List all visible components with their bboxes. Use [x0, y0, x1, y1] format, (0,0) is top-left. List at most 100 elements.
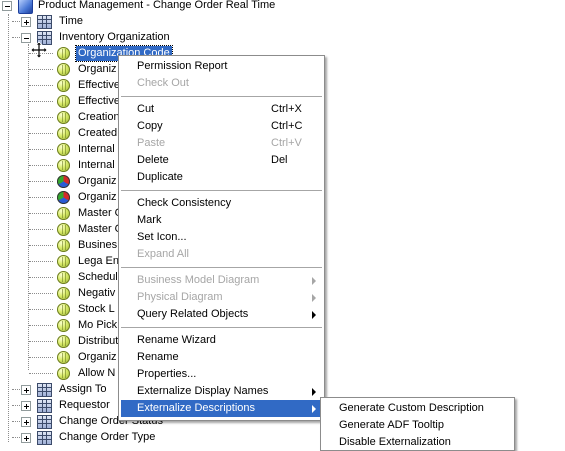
tree-root[interactable]: Product Management - Change Order Real T… [0, 0, 565, 14]
tree-node-label[interactable]: Time [57, 14, 85, 29]
column-label[interactable]: Organiz [76, 174, 119, 189]
expand-node-icon[interactable] [21, 433, 31, 443]
menu-item-duplicate[interactable]: Duplicate [121, 169, 322, 186]
tree-branch-line [29, 309, 53, 310]
tree-branch-line [29, 85, 53, 86]
menu-item-rename[interactable]: Rename [121, 349, 322, 366]
column-icon [57, 47, 70, 60]
tree-node-time[interactable]: Time [0, 14, 565, 30]
column-label[interactable]: Created [76, 126, 119, 141]
table-icon [37, 383, 52, 397]
column-label[interactable]: Creation [76, 110, 122, 125]
column-label[interactable]: Mo Pick [76, 318, 119, 333]
menu-item-expand-all[interactable]: Expand All [121, 246, 322, 263]
menu-separator [121, 190, 322, 191]
column-label[interactable]: Organiz [76, 350, 119, 365]
tree-branch-line [29, 293, 53, 294]
menu-item-label: Query Related Objects [137, 308, 249, 320]
menu-item-label: Duplicate [137, 171, 183, 183]
column-label[interactable]: Internal [76, 142, 117, 157]
menu-item-physical-diagram[interactable]: Physical Diagram [121, 289, 322, 306]
menu-item-label: Properties... [137, 368, 197, 380]
expand-node-icon[interactable] [21, 401, 31, 411]
submenu-arrow-icon [312, 277, 316, 285]
subject-area-icon [18, 0, 33, 14]
column-label[interactable]: Busines [76, 238, 119, 253]
column-label[interactable]: Organiz [76, 62, 119, 77]
tree-branch-line [29, 69, 53, 70]
table-icon [37, 415, 52, 429]
tree-branch-line [29, 261, 53, 262]
submenu-item-disable-externalization[interactable]: Disable Externalization [323, 434, 512, 451]
column-label[interactable]: Organiz [76, 190, 119, 205]
menu-item-paste[interactable]: Paste Ctrl+V [121, 135, 322, 152]
menu-separator [121, 327, 322, 328]
submenu-item-generate-custom-description[interactable]: Generate Custom Description [323, 400, 512, 417]
tree-node-label[interactable]: Assign To [57, 382, 109, 397]
column-label[interactable]: Effective [76, 94, 122, 109]
expand-time-icon[interactable] [21, 17, 31, 27]
menu-item-label: Permission Report [137, 60, 228, 72]
tree-branch-line [12, 405, 20, 406]
submenu-item-generate-adf-tooltip[interactable]: Generate ADF Tooltip [323, 417, 512, 434]
expand-node-icon[interactable] [21, 417, 31, 427]
tree-branch-line [29, 149, 53, 150]
menu-item-rename-wizard[interactable]: Rename Wizard [121, 332, 322, 349]
menu-item-label: Rename [137, 351, 179, 363]
column-label[interactable]: Internal [76, 158, 117, 173]
tree-root-label[interactable]: Product Management - Change Order Real T… [36, 0, 277, 13]
tree-node-inventory-organization[interactable]: Inventory Organization [0, 30, 565, 46]
menu-item-check-out[interactable]: Check Out [121, 75, 322, 92]
submenu-arrow-icon [312, 388, 316, 396]
context-menu: Permission Report Check Out Cut Ctrl+X Copy C… [118, 55, 325, 421]
table-icon [37, 399, 52, 413]
menu-item-query-related-objects[interactable]: Query Related Objects [121, 306, 322, 323]
column-icon [57, 271, 70, 284]
table-icon [37, 15, 52, 29]
menu-item-shortcut: Ctrl+C [271, 120, 303, 132]
tree-node-label[interactable]: Requestor [57, 398, 112, 413]
column-icon [57, 367, 70, 380]
tree-branch-line [12, 21, 20, 22]
multi-color-column-icon [57, 191, 70, 204]
menu-item-cut[interactable]: Cut Ctrl+X [121, 101, 322, 118]
tree-branch-line [29, 277, 53, 278]
tree-node-label[interactable]: Inventory Organization [57, 30, 172, 45]
menu-item-properties[interactable]: Properties... [121, 366, 322, 383]
menu-item-mark[interactable]: Mark [121, 212, 322, 229]
column-label[interactable]: Negativ [76, 286, 117, 301]
column-icon [57, 335, 70, 348]
collapse-root-icon[interactable] [2, 1, 12, 11]
externalize-descriptions-submenu: Generate Custom Description Generate ADF … [320, 397, 515, 451]
multi-color-column-icon [57, 175, 70, 188]
menu-item-label: Disable Externalization [339, 436, 451, 448]
column-label[interactable]: Distribut [76, 334, 120, 349]
menu-item-permission-report[interactable]: Permission Report [121, 58, 322, 75]
column-label[interactable]: Effective [76, 78, 122, 93]
column-label[interactable]: Lega En [76, 254, 121, 269]
menu-item-label: Physical Diagram [137, 291, 223, 303]
column-label[interactable]: Allow N [76, 366, 117, 381]
column-icon [57, 319, 70, 332]
submenu-arrow-icon [312, 311, 316, 319]
menu-item-business-model-diagram[interactable]: Business Model Diagram [121, 272, 322, 289]
tree-node-label[interactable]: Change Order Type [57, 430, 157, 445]
menu-item-check-consistency[interactable]: Check Consistency [121, 195, 322, 212]
column-icon [57, 143, 70, 156]
menu-item-label: Expand All [137, 248, 189, 260]
column-icon [57, 287, 70, 300]
column-label[interactable]: Schedul [76, 270, 120, 285]
column-label[interactable]: Stock L [76, 302, 117, 317]
expand-node-icon[interactable] [21, 385, 31, 395]
menu-item-copy[interactable]: Copy Ctrl+C [121, 118, 322, 135]
column-icon [57, 95, 70, 108]
menu-item-set-icon[interactable]: Set Icon... [121, 229, 322, 246]
menu-item-externalize-descriptions[interactable]: Externalize Descriptions [121, 400, 322, 417]
menu-item-externalize-display-names[interactable]: Externalize Display Names [121, 383, 322, 400]
move-cursor-icon [30, 41, 48, 59]
menu-item-delete[interactable]: Delete Del [121, 152, 322, 169]
tree-branch-line [29, 165, 53, 166]
tree-branch-line [29, 373, 53, 374]
tree-branch-line [29, 133, 53, 134]
tree-branch-line [29, 197, 53, 198]
